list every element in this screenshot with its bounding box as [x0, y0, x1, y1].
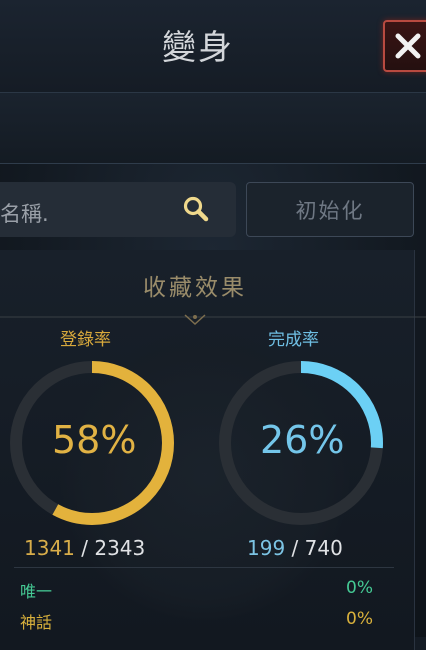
completion-count: 199 / 740	[247, 536, 343, 560]
registration-total: 2343	[94, 536, 146, 560]
search-icon[interactable]	[182, 195, 210, 225]
close-button[interactable]	[383, 20, 426, 72]
close-icon	[395, 33, 421, 59]
completion-current: 199	[247, 536, 286, 560]
registration-current: 1341	[24, 536, 75, 560]
count-separator: /	[74, 536, 95, 560]
grade-mythic-label: 神話	[20, 613, 53, 632]
grade-divider	[14, 567, 394, 568]
grade-mythic-value: 0%	[346, 609, 373, 629]
completion-rate-value: 26%	[260, 418, 345, 462]
grade-unique-label: 唯一	[20, 582, 53, 601]
grade-unique-value: 0%	[346, 578, 373, 598]
section-divider	[0, 314, 426, 326]
search-input[interactable]: 名稱.	[0, 198, 49, 228]
completion-total: 740	[304, 536, 343, 560]
completion-rate-label: 完成率	[268, 330, 319, 350]
search-field[interactable]: 名稱.	[0, 182, 236, 237]
registration-rate-label: 登錄率	[60, 330, 111, 350]
count-separator: /	[285, 536, 305, 560]
registration-count: 1341 / 2343	[24, 536, 145, 560]
collection-effect-title: 收藏效果	[143, 275, 247, 301]
sub-header-bar	[0, 93, 426, 163]
sub-header-divider	[0, 163, 426, 164]
reset-button[interactable]: 初始化	[246, 182, 414, 237]
registration-rate-value: 58%	[52, 418, 137, 462]
window-title: 變身	[162, 28, 234, 68]
